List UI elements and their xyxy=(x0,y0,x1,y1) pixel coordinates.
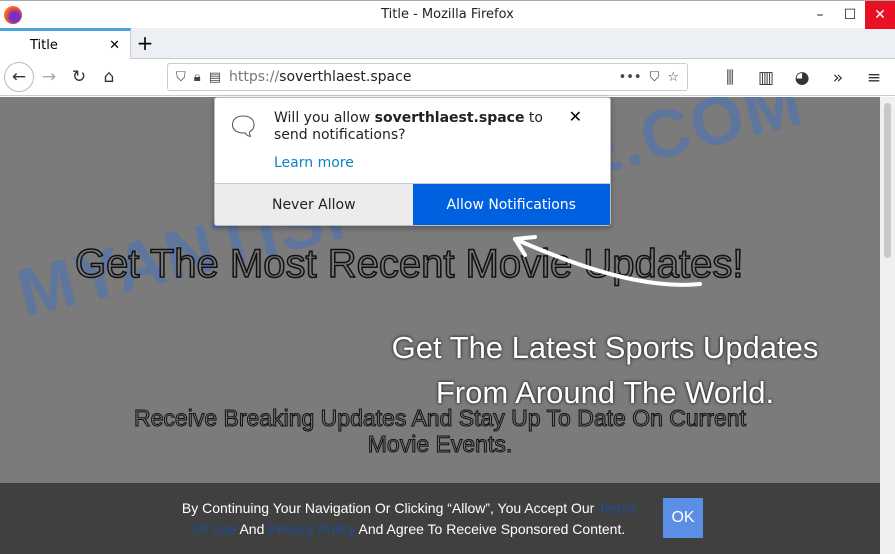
new-tab-button[interactable]: + xyxy=(131,28,159,58)
address-bar[interactable]: ⛉ 🔒︎ ▤ https://soverthlaest.space ••• ⛉ … xyxy=(167,63,688,91)
title-bar: Title - Mozilla Firefox – ☐ ✕ xyxy=(0,0,895,29)
notification-permission-icon[interactable]: ▤ xyxy=(209,70,221,85)
chat-bubble-icon: 🗨︎ xyxy=(227,112,261,142)
subheadline: Receive Breaking Updates And Stay Up To … xyxy=(134,405,747,458)
maximize-button[interactable]: ☐ xyxy=(835,1,865,29)
sidebar-icon[interactable]: ▥ xyxy=(751,63,781,93)
learn-more-link[interactable]: Learn more xyxy=(274,155,354,171)
window-title: Title - Mozilla Firefox xyxy=(381,7,514,22)
firefox-logo-icon xyxy=(4,6,22,24)
never-allow-button[interactable]: Never Allow xyxy=(215,184,413,225)
bookmark-star-icon[interactable]: ☆ xyxy=(667,70,679,85)
tab-label: Title xyxy=(30,37,58,53)
tab-title[interactable]: Title ✕ xyxy=(0,28,131,59)
minimize-button[interactable]: – xyxy=(805,1,835,29)
tab-bar: Title ✕ + xyxy=(0,28,895,59)
reload-button[interactable]: ↻ xyxy=(64,62,94,92)
privacy-link[interactable]: Privacy Policy xyxy=(268,521,355,537)
account-icon[interactable]: ◕ xyxy=(787,63,817,93)
arrow-icon xyxy=(513,235,702,287)
popup-message: Will you allow soverthlaest.space to sen… xyxy=(274,110,543,143)
back-button[interactable]: ← xyxy=(4,62,34,92)
ok-button[interactable]: OK xyxy=(663,498,703,538)
lock-icon[interactable]: 🔒︎ xyxy=(194,70,201,85)
home-button[interactable]: ⌂ xyxy=(94,62,124,92)
close-window-button[interactable]: ✕ xyxy=(865,1,895,29)
shield-icon[interactable]: ⛉ xyxy=(176,70,186,85)
page-actions-icon[interactable]: ••• xyxy=(619,70,642,85)
nav-bar: ← → ↻ ⌂ ⛉ 🔒︎ ▤ https://soverthlaest.spac… xyxy=(0,59,895,96)
scrollbar-thumb[interactable] xyxy=(884,103,891,258)
allow-notifications-button[interactable]: Allow Notifications xyxy=(412,184,610,225)
menu-icon[interactable]: ≡ xyxy=(859,63,889,93)
consent-bar: By Continuing Your Navigation Or Clickin… xyxy=(0,483,880,554)
pocket-icon[interactable]: ⛉ xyxy=(650,70,660,85)
sports-text: Get The Latest Sports Updates From Aroun… xyxy=(391,330,819,410)
close-tab-icon[interactable]: ✕ xyxy=(109,38,120,53)
library-icon[interactable]: ⫼ xyxy=(715,63,745,93)
url-text[interactable]: https://soverthlaest.space xyxy=(229,69,411,85)
close-popup-icon[interactable]: ✕ xyxy=(569,107,582,126)
forward-button[interactable]: → xyxy=(34,62,64,92)
consent-text: By Continuing Your Navigation Or Clickin… xyxy=(181,500,637,537)
notification-permission-popup: 🗨︎ Will you allow soverthlaest.space to … xyxy=(214,97,611,226)
overflow-icon[interactable]: » xyxy=(823,63,853,93)
